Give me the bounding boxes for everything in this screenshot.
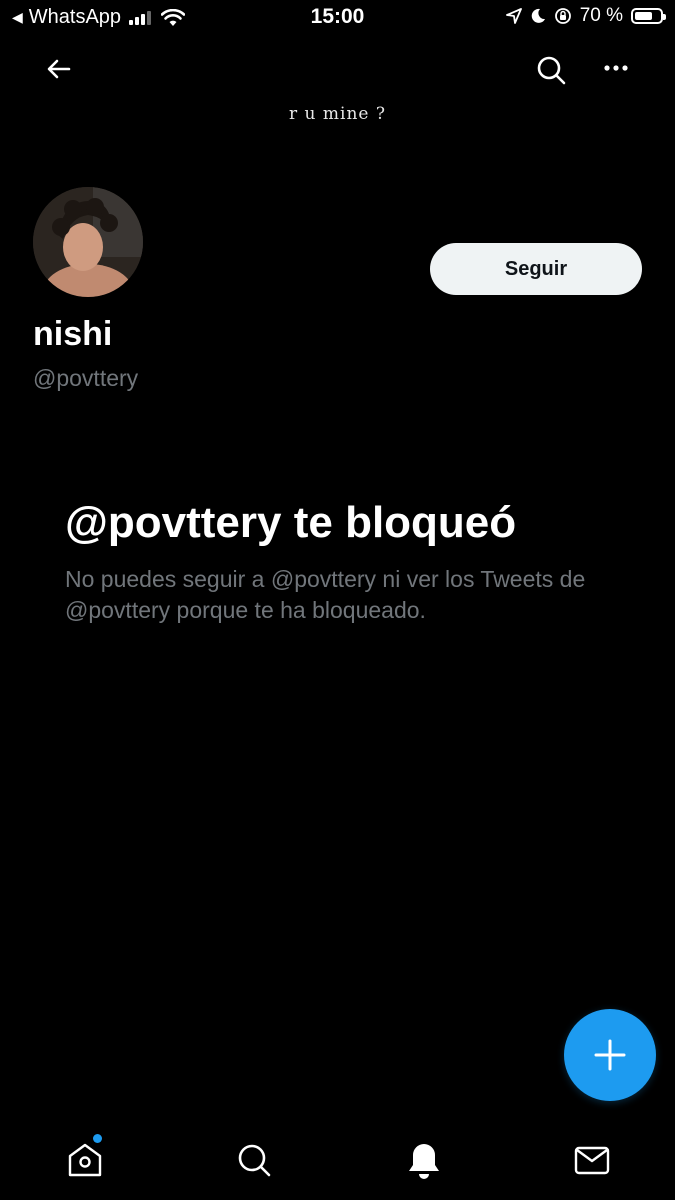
more-options-icon[interactable] [600,54,632,86]
bottom-nav [0,1120,675,1200]
moon-icon [531,8,545,23]
tab-home[interactable] [65,1134,105,1180]
status-bar: ◀ WhatsApp 15:00 70 % [0,0,675,34]
plus-icon [594,1039,626,1071]
orientation-lock-icon [554,8,571,24]
display-name: nishi [33,315,113,353]
home-icon [68,1143,102,1177]
home-notification-dot [93,1134,102,1143]
search-icon[interactable] [535,54,567,86]
status-right: 70 % [505,5,666,27]
tab-notifications[interactable] [404,1140,444,1180]
battery-percentage: 70 % [579,5,623,26]
avatar[interactable] [33,187,143,297]
notifications-bell-icon [409,1144,439,1179]
follow-button[interactable]: Seguir [430,243,642,295]
tab-messages[interactable] [572,1140,612,1180]
tab-search[interactable] [234,1140,274,1180]
handle: @povttery [33,365,139,391]
banner-caption: r u mine ? [289,104,386,124]
back-arrow-icon[interactable] [44,54,74,84]
location-icon [505,8,522,24]
avatar-photo [33,187,143,297]
compose-tweet-button[interactable] [564,1009,656,1101]
battery-icon [631,8,666,24]
search-icon [238,1144,271,1177]
battery-fill [635,12,652,20]
blocked-message: No puedes seguir a @povttery ni ver los … [65,566,586,623]
messages-envelope-icon [574,1146,610,1175]
blocked-title: @povttery te bloqueó [65,498,517,547]
